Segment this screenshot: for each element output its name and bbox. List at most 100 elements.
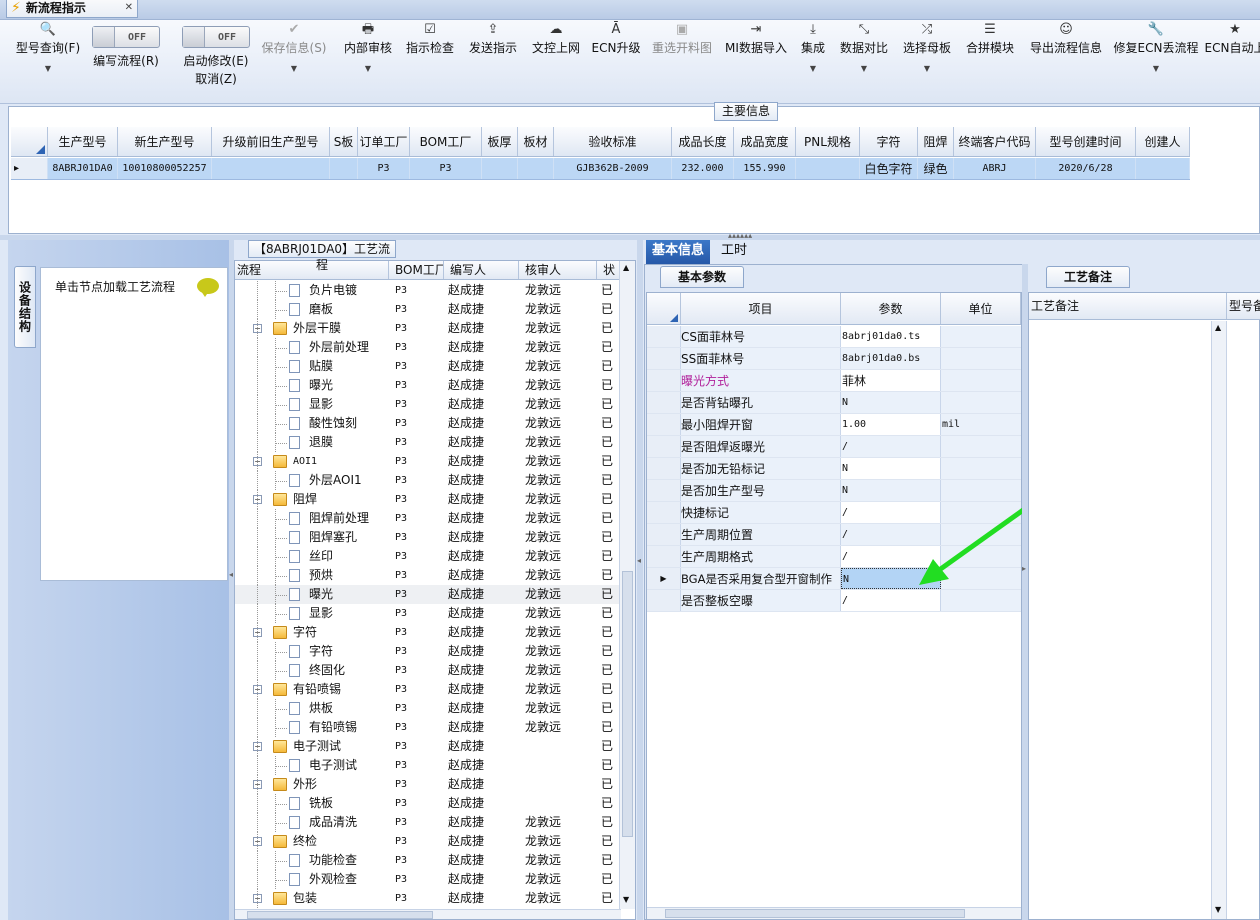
tree-leaf-node[interactable]: 负片电镀 P3 赵成捷 龙敦远 已 <box>235 281 621 300</box>
tab-basic-params[interactable]: 基本参数 <box>660 266 744 288</box>
main-info-col[interactable]: BOM工厂 <box>410 127 482 156</box>
tree-leaf-node[interactable]: 铣板 P3 赵成捷 已 <box>235 794 621 813</box>
tree-leaf-node[interactable]: 终固化 P3 赵成捷 龙敦远 已 <box>235 661 621 680</box>
dropdown-arrow-icon[interactable]: ▼ <box>1153 64 1159 73</box>
write-flow-toggle[interactable]: OFF <box>92 26 160 48</box>
tree-group-node[interactable]: − 外形 P3 赵成捷 已 <box>235 775 621 794</box>
dropdown-arrow-icon[interactable]: ▼ <box>365 64 371 73</box>
main-info-col[interactable]: 验收标准 <box>554 127 672 156</box>
tree-leaf-node[interactable]: 显影 P3 赵成捷 龙敦远 已 <box>235 395 621 414</box>
main-info-col[interactable]: 成品宽度 <box>734 127 796 156</box>
tab-basic-info[interactable]: 基本信息 <box>646 240 710 264</box>
start-modify-button[interactable]: OFF 启动修改(E) 取消(Z) <box>182 22 250 87</box>
main-info-cell[interactable] <box>330 158 358 179</box>
tree-leaf-node[interactable]: 退膜 P3 赵成捷 龙敦远 已 <box>235 433 621 452</box>
main-info-cell[interactable]: P3 <box>410 158 482 179</box>
main-info-col[interactable]: 生产型号 <box>48 127 118 156</box>
main-info-cell[interactable]: P3 <box>358 158 410 179</box>
param-value[interactable]: 1.00 <box>841 414 941 435</box>
tree-col[interactable]: BOM工厂 <box>389 261 444 279</box>
main-info-col[interactable]: 型号创建时间 <box>1036 127 1136 156</box>
param-col-value[interactable]: 参数 <box>841 293 941 324</box>
main-info-cell[interactable]: 10010800052257 <box>118 158 212 179</box>
tree-leaf-node[interactable]: 阻焊前处理 P3 赵成捷 龙敦远 已 <box>235 509 621 528</box>
main-info-cell[interactable]: 绿色 <box>918 158 954 179</box>
dropdown-arrow-icon[interactable]: ▼ <box>861 64 867 73</box>
param-col-unit[interactable]: 单位 <box>941 293 1021 324</box>
middle-splitter[interactable]: ◂ <box>637 240 643 920</box>
main-info-cell[interactable]: GJB362B-2009 <box>554 158 672 179</box>
tree-leaf-node[interactable]: 功能检查 P3 赵成捷 龙敦远 已 <box>235 851 621 870</box>
instruction-check-button[interactable]: ☑ 指示检查 <box>406 22 454 56</box>
scroll-down-icon[interactable]: ▼ <box>623 895 629 904</box>
main-info-col[interactable]: 板材 <box>518 127 554 156</box>
main-info-col[interactable]: 新生产型号 <box>118 127 212 156</box>
dropdown-arrow-icon[interactable]: ▼ <box>45 64 51 73</box>
main-info-col[interactable]: 终端客户代码 <box>954 127 1036 156</box>
main-info-cell[interactable]: 白色字符 <box>860 158 918 179</box>
main-info-col[interactable]: S板 <box>330 127 358 156</box>
internal-review-button[interactable]: 🖶 内部审核 ▼ <box>344 22 392 73</box>
main-info-col[interactable]: 升级前旧生产型号 <box>212 127 330 156</box>
param-row[interactable]: 最小阻焊开窗 1.00 mil <box>647 414 1021 436</box>
tree-group-node[interactable]: − 字符 P3 赵成捷 龙敦远 已 <box>235 623 621 642</box>
main-info-cell[interactable] <box>482 158 518 179</box>
dropdown-arrow-icon[interactable]: ▼ <box>924 64 930 73</box>
param-row[interactable]: 曝光方式 菲林 <box>647 370 1021 392</box>
tree-horizontal-scrollbar[interactable] <box>235 909 621 919</box>
tree-group-node[interactable]: − 阻焊 P3 赵成捷 龙敦远 已 <box>235 490 621 509</box>
param-col-item[interactable]: 项目 <box>681 293 841 324</box>
tree-leaf-node[interactable]: 有铅喷锡 P3 赵成捷 龙敦远 已 <box>235 718 621 737</box>
param-value[interactable]: 8abrj01da0.bs <box>841 348 941 369</box>
fix-ecn-button[interactable]: 🔧 修复ECN丢流程 ▼ <box>1114 22 1199 73</box>
tree-leaf-node[interactable]: 丝印 P3 赵成捷 龙敦远 已 <box>235 547 621 566</box>
tree-leaf-node[interactable]: 烘板 P3 赵成捷 龙敦远 已 <box>235 699 621 718</box>
main-info-col[interactable]: 阻焊 <box>918 127 954 156</box>
ecn-auto-button[interactable]: ★ ECN自动上 <box>1205 22 1260 56</box>
mi-import-button[interactable]: ⇥ MI数据导入 <box>725 22 787 56</box>
dropdown-arrow-icon[interactable]: ▼ <box>291 64 297 73</box>
ecn-upgrade-button[interactable]: Ā ECN升级 <box>592 22 641 56</box>
tree-col[interactable]: 编写人 <box>444 261 519 279</box>
param-row[interactable]: 是否背钻曝孔 N <box>647 392 1021 414</box>
tree-vertical-scrollbar[interactable]: ▲ ▼ <box>619 261 635 909</box>
main-info-col[interactable]: PNL规格 <box>796 127 860 156</box>
document-tab[interactable]: ⚡ 新流程指示 ✕ <box>6 0 138 18</box>
main-info-col[interactable]: 创建人 <box>1136 127 1190 156</box>
tree-leaf-node[interactable]: 曝光 P3 赵成捷 龙敦远 已 <box>235 585 621 604</box>
main-info-col[interactable]: 成品长度 <box>672 127 734 156</box>
param-row[interactable]: SS面菲林号 8abrj01da0.bs <box>647 348 1021 370</box>
main-info-col[interactable]: 字符 <box>860 127 918 156</box>
main-info-col[interactable]: 订单工厂 <box>358 127 410 156</box>
remark-vertical-scrollbar[interactable]: ▲ ▼ <box>1211 321 1227 919</box>
tree-leaf-node[interactable]: 预烘 P3 赵成捷 龙敦远 已 <box>235 566 621 585</box>
main-info-cell[interactable]: 8ABRJ01DA0 <box>48 158 118 179</box>
param-value[interactable]: 8abrj01da0.ts <box>841 326 941 347</box>
tree-leaf-node[interactable]: 阻焊塞孔 P3 赵成捷 龙敦远 已 <box>235 528 621 547</box>
integrate-button[interactable]: ⤓ 集成 ▼ <box>801 22 825 73</box>
data-compare-button[interactable]: ⤡ 数据对比 ▼ <box>840 22 888 73</box>
remark-col-remark[interactable]: 工艺备注 <box>1029 293 1227 319</box>
tree-group-node[interactable]: − 包装 P3 赵成捷 龙敦远 已 <box>235 889 621 908</box>
close-icon[interactable]: ✕ <box>125 2 133 13</box>
tree-hscroll-thumb[interactable] <box>247 911 433 919</box>
main-info-cell[interactable]: 232.000 <box>672 158 734 179</box>
tree-col[interactable]: 流程 <box>235 261 389 279</box>
tree-leaf-node[interactable]: 成品清洗 P3 赵成捷 龙敦远 已 <box>235 813 621 832</box>
tree-scroll-thumb[interactable] <box>622 571 633 837</box>
param-row[interactable]: CS面菲林号 8abrj01da0.ts <box>647 326 1021 348</box>
tree-leaf-node[interactable]: 电子测试 P3 赵成捷 已 <box>235 756 621 775</box>
param-hscroll-thumb[interactable] <box>665 909 965 918</box>
dropdown-arrow-icon[interactable]: ▼ <box>810 64 816 73</box>
param-value[interactable]: N <box>841 458 941 479</box>
tree-col[interactable]: 核审人 <box>519 261 597 279</box>
param-horizontal-scrollbar[interactable] <box>647 907 1021 919</box>
tab-work-hours[interactable]: 工时 <box>714 240 754 264</box>
tree-leaf-node[interactable]: 外观检查 P3 赵成捷 龙敦远 已 <box>235 870 621 889</box>
main-info-col[interactable]: 板厚 <box>482 127 518 156</box>
main-info-row[interactable]: ▸ 8ABRJ01DA0 10010800052257 P3 P3 GJB362B-200… <box>11 158 1190 180</box>
merge-module-button[interactable]: ☰ 合拼模块 <box>966 22 1014 56</box>
select-mother-button[interactable]: ⤮ 选择母板 ▼ <box>903 22 951 73</box>
tree-group-node[interactable]: − 终检 P3 赵成捷 龙敦远 已 <box>235 832 621 851</box>
tree-leaf-node[interactable]: 曝光 P3 赵成捷 龙敦远 已 <box>235 376 621 395</box>
